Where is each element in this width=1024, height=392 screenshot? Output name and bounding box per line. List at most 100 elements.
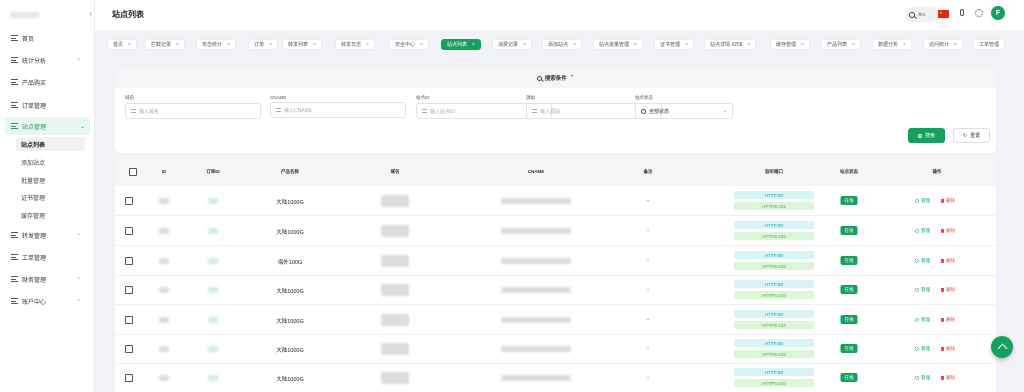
row-checkbox[interactable] <box>125 227 133 235</box>
row-checkbox[interactable] <box>125 197 133 205</box>
microphone-icon[interactable] <box>960 9 964 16</box>
status-select[interactable]: 全部状态 ⌄ <box>635 103 733 119</box>
tab-security[interactable]: 安全中心 × <box>389 39 429 50</box>
delete-button[interactable]: 删除 <box>941 258 955 264</box>
manage-button[interactable]: 管理 <box>915 346 930 352</box>
sidebar-sub-batch[interactable]: 批量管理 <box>16 173 85 187</box>
manage-button[interactable]: 管理 <box>915 258 930 264</box>
tab-home[interactable]: 首页 × <box>107 39 137 50</box>
close-icon[interactable]: × <box>472 42 475 48</box>
delete-button[interactable]: 删除 <box>941 198 955 204</box>
tab-cache[interactable]: 缓存管理 × <box>770 39 810 50</box>
manage-button[interactable]: 管理 <box>915 287 930 293</box>
row-checkbox[interactable] <box>125 374 133 382</box>
table-row[interactable]: 大陆1000G - HTTP:80 HTTPS:443 在线 管理 删除 <box>115 186 996 216</box>
table-row[interactable]: 大陆1000G - HTTP:80 HTTPS:443 在线 管理 删除 <box>115 363 996 392</box>
reset-button[interactable]: ↻ 重置 <box>953 128 990 143</box>
tab-site-list[interactable]: 站点列表 × <box>441 39 481 50</box>
select-all-checkbox[interactable] <box>129 168 137 176</box>
redacted-domain[interactable] <box>381 255 409 267</box>
row-checkbox[interactable] <box>125 345 133 353</box>
avatar[interactable]: F <box>991 6 1005 20</box>
redacted-domain[interactable] <box>381 225 409 237</box>
sidebar-item-purchase[interactable]: 产品购买 <box>0 73 95 91</box>
delete-button[interactable]: 删除 <box>941 317 955 323</box>
tab-visit-stats[interactable]: 访问统计 × <box>923 39 963 50</box>
tab-forward-log[interactable]: 转发日志 × <box>335 39 375 50</box>
delete-button[interactable]: 删除 <box>941 287 955 293</box>
delete-button[interactable]: 删除 <box>941 346 955 352</box>
tab-consumption[interactable]: 消费记录 × <box>492 39 532 50</box>
row-checkbox[interactable] <box>125 286 133 294</box>
close-icon[interactable]: × <box>801 42 804 48</box>
tab-orders[interactable]: 订单 × <box>248 39 278 50</box>
manage-button[interactable]: 管理 <box>915 375 930 381</box>
sidebar-item-orders[interactable]: 订单管理 <box>0 96 95 114</box>
search-toggle[interactable]: 搜索条件 ⌃ <box>115 68 996 88</box>
close-icon[interactable]: × <box>685 42 688 48</box>
gear-icon[interactable] <box>975 9 983 17</box>
domain-input[interactable]: 输入域名 <box>125 103 261 119</box>
tab-tickets[interactable]: 工单管理 <box>973 39 1006 50</box>
cname-input[interactable]: 输入CNAME <box>270 102 406 118</box>
search-button[interactable]: 搜索 <box>908 128 945 143</box>
close-icon[interactable]: × <box>313 42 316 48</box>
close-icon[interactable]: × <box>903 42 906 48</box>
sidebar-item-sites[interactable]: 站点管理 ⌄ <box>5 117 90 135</box>
sidebar-item-account[interactable]: 账户中心 › <box>0 292 95 310</box>
redacted-domain[interactable] <box>381 284 409 296</box>
tab-products[interactable]: 产品列表 × <box>821 39 861 50</box>
redacted-domain[interactable] <box>381 343 409 355</box>
sidebar-item-statistics[interactable]: 统计分析 › <box>0 51 95 69</box>
close-icon[interactable]: × <box>523 42 526 48</box>
sidebar-sub-site-list[interactable]: 站点列表 <box>16 137 85 151</box>
close-icon[interactable]: × <box>366 42 369 48</box>
sidebar-item-tickets[interactable]: 工单管理 <box>0 248 95 266</box>
delete-button[interactable]: 删除 <box>941 228 955 234</box>
sidebar-item-forwarding[interactable]: 转发管理 › <box>0 226 95 244</box>
tab-batch-manage[interactable]: 站点批量管理 × <box>593 39 643 50</box>
close-icon[interactable]: × <box>227 42 230 48</box>
sidebar-item-finance[interactable]: 财务管理 › <box>0 270 95 288</box>
close-icon[interactable]: × <box>748 42 751 48</box>
china-flag-icon[interactable] <box>938 10 949 18</box>
close-icon[interactable]: × <box>852 42 855 48</box>
tab-forward-list[interactable]: 转发列表 × <box>282 39 322 50</box>
scroll-to-top-button[interactable] <box>991 336 1013 358</box>
close-icon[interactable]: × <box>573 42 576 48</box>
tab-analytics[interactable]: 数据分析 × <box>872 39 912 50</box>
manage-button[interactable]: 管理 <box>915 317 930 323</box>
sidebar-sub-certs[interactable]: 证书管理 <box>16 190 85 204</box>
sidebar-item-home[interactable]: 首页 <box>0 29 95 47</box>
redacted-domain[interactable] <box>381 195 409 207</box>
global-search-button[interactable]: ⌘K <box>905 7 938 22</box>
sidebar-sub-add-site[interactable]: 添加站点 <box>16 155 85 169</box>
row-checkbox[interactable] <box>125 316 133 324</box>
redacted-domain[interactable] <box>381 314 409 326</box>
close-icon[interactable]: × <box>634 42 637 48</box>
table-row[interactable]: 海外100G - HTTP:80 HTTPS:443 在线 管理 删除 <box>115 246 996 276</box>
close-icon[interactable]: × <box>954 42 957 48</box>
tab-attack-stats[interactable]: 攻击统计 × <box>196 39 236 50</box>
close-icon[interactable]: × <box>128 42 131 48</box>
redacted-domain[interactable] <box>381 372 409 384</box>
collapse-sidebar-icon[interactable]: ‹ <box>89 9 92 18</box>
sidebar-item-label: 订单管理 <box>22 103 47 110</box>
table-row[interactable]: 大陆1000G - HTTP:80 HTTPS:443 在线 管理 删除 <box>115 275 996 305</box>
tab-site-detail[interactable]: 站点详情 #258 × <box>704 39 757 50</box>
table-row[interactable]: 大陆1000G - HTTP:80 HTTPS:443 在线 管理 删除 <box>115 305 996 335</box>
close-icon[interactable]: × <box>176 42 179 48</box>
tab-certs[interactable]: 证书管理 × <box>654 39 694 50</box>
close-icon[interactable]: × <box>269 42 272 48</box>
table-row[interactable]: 大陆1000G - HTTP:80 HTTPS:443 在线 管理 删除 <box>115 334 996 364</box>
close-icon[interactable]: × <box>420 42 423 48</box>
row-checkbox[interactable] <box>125 257 133 265</box>
table-row[interactable]: 大陆1000G - HTTP:80 HTTPS:443 在线 管理 删除 <box>115 216 996 246</box>
manage-button[interactable]: 管理 <box>915 198 930 204</box>
manage-button[interactable]: 管理 <box>915 228 930 234</box>
domain-label: 域名 <box>125 95 134 100</box>
delete-button[interactable]: 删除 <box>941 375 955 381</box>
sidebar-sub-cache[interactable]: 缓存管理 <box>16 208 85 222</box>
tab-add-site[interactable]: 添加站点 × <box>542 39 582 50</box>
tab-intercept-log[interactable]: 拦截记录 × <box>145 39 185 50</box>
